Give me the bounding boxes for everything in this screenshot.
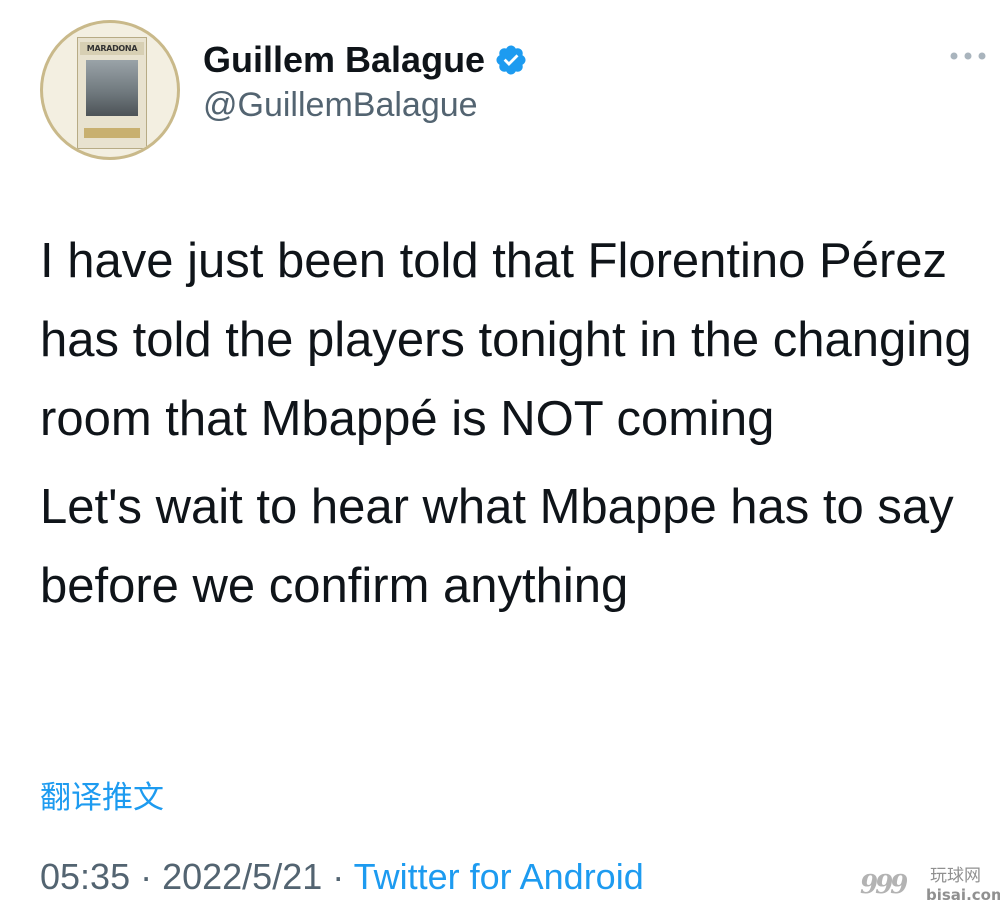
tweet-meta: 05:35 · 2022/5/21 · Twitter for Android: [40, 856, 644, 898]
translate-tweet-link[interactable]: 翻译推文: [40, 772, 164, 817]
tweet-time[interactable]: 05:35: [40, 856, 130, 897]
avatar-book-title: MARADONA: [80, 42, 144, 55]
meta-separator: ·: [130, 856, 163, 897]
watermark-cn-text: 玩球网: [930, 866, 981, 886]
more-options-icon[interactable]: [946, 44, 990, 68]
tweet-paragraph: Let's wait to hear what Mbappe has to sa…: [40, 480, 954, 613]
avatar[interactable]: MARADONA: [40, 20, 180, 160]
watermark-url: bisai.com: [926, 886, 1000, 904]
author-name-row: Guillem Balague: [203, 38, 528, 82]
meta-separator: ·: [322, 856, 354, 897]
tweet-paragraph: I have just been told that Florentino Pé…: [40, 234, 972, 446]
display-name[interactable]: Guillem Balague: [203, 39, 485, 81]
watermark-numerals: 999: [860, 870, 908, 900]
avatar-book-photo: [86, 60, 138, 116]
author-handle[interactable]: @GuillemBalague: [203, 86, 478, 125]
tweet-date[interactable]: 2022/5/21: [162, 856, 322, 897]
avatar-book-cover: MARADONA: [77, 37, 147, 149]
tweet-source-link[interactable]: Twitter for Android: [354, 856, 644, 897]
tweet-text: I have just been told that Florentino Pé…: [40, 222, 980, 626]
site-watermark: 999 玩球网 bisai.com: [858, 866, 1000, 907]
verified-badge-icon: [494, 43, 528, 77]
avatar-book-band: [84, 128, 140, 138]
